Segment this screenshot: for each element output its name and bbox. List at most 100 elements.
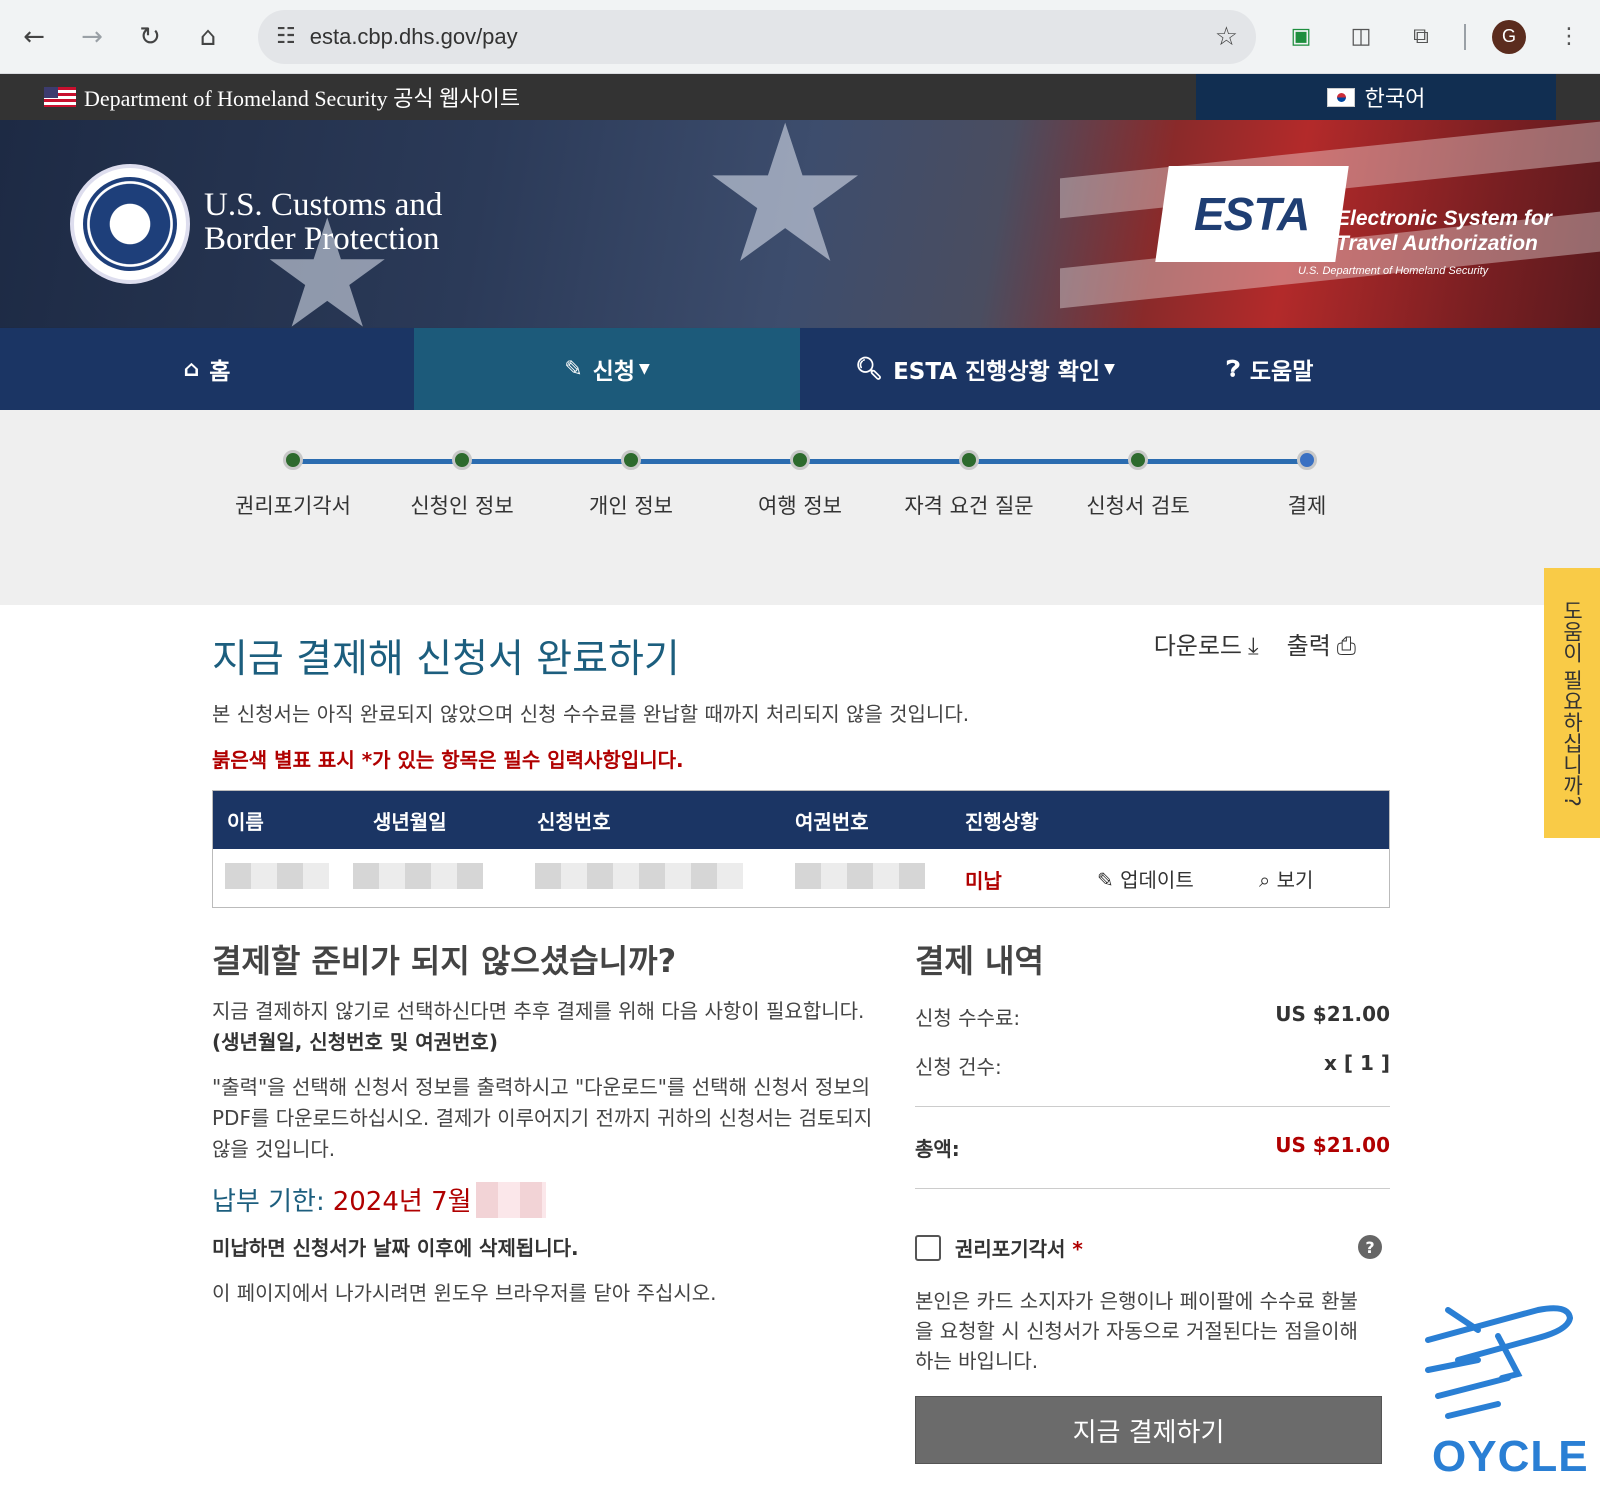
step-label: 개인 정보 — [589, 494, 673, 518]
table-row: 미납 ✎ 업데이트 ⌕ 보기 — [213, 849, 1389, 907]
caret-down-icon: ▼ — [1104, 361, 1115, 377]
step-dot-complete — [959, 450, 979, 470]
not-ready-title: 결제할 준비가 되지 않으셨습니까? — [212, 942, 677, 980]
esta-subtitle-line1: Electronic System for — [1336, 207, 1552, 230]
step-dot-complete — [283, 450, 303, 470]
help-side-tab-label: 도움이 필요하십니까? — [1560, 599, 1584, 807]
update-link[interactable]: ✎ 업데이트 — [1097, 864, 1194, 893]
bookmark-star-icon[interactable]: ☆ — [1215, 22, 1238, 52]
deadline-value: 2024년 7월 — [332, 1187, 472, 1217]
nav-home[interactable]: ⌂ 홈 — [0, 328, 414, 410]
forward-icon[interactable]: → — [72, 17, 112, 57]
not-ready-text-main: 지금 결제하지 않기로 선택하신다면 추후 결제를 위해 다음 사항이 필요합니… — [212, 999, 865, 1023]
korea-flag-icon — [1326, 87, 1355, 107]
redacted-deadline-day — [475, 1181, 546, 1218]
waiver-text: 본인은 카드 소지자가 은행이나 페이팔에 수수료 환불을 요청할 시 신청서가… — [915, 1289, 1358, 1373]
reload-icon[interactable]: ↻ — [130, 17, 170, 57]
divider — [915, 1188, 1390, 1189]
waiver-row: 권리포기각서 * ? — [915, 1233, 1390, 1262]
update-label: 업데이트 — [1120, 868, 1194, 892]
watermark-text: OYCLE — [1432, 1432, 1589, 1481]
language-selector[interactable]: 한국어 — [1196, 74, 1556, 120]
required-asterisk: * — [1072, 1237, 1083, 1261]
waiver-checkbox[interactable] — [915, 1234, 941, 1261]
site-header: ★ ★ U.S. Customs and Border Protection E… — [0, 120, 1600, 328]
download-label: 다운로드 — [1153, 632, 1243, 660]
step-label: 신청서 검토 — [1086, 494, 1190, 518]
print-label: 출력 — [1286, 632, 1331, 660]
step-label: 결제 — [1287, 494, 1327, 518]
browser-toolbar: ← → ↻ ⌂ ☷ esta.cbp.dhs.gov/pay ☆ ▣ ◫ ⧉ G… — [0, 0, 1600, 74]
pay-now-button[interactable]: 지금 결제하기 — [915, 1396, 1382, 1464]
esta-logo-text: ESTA — [1194, 188, 1310, 240]
esta-subtitle-line2: Travel Authorization — [1336, 232, 1538, 255]
pencil-icon: ✎ — [1097, 868, 1114, 892]
total-value: US $21.00 — [1275, 1133, 1390, 1157]
count-value: x [ 1 ] — [1324, 1051, 1390, 1075]
extension-cast-icon[interactable]: ▣ — [1284, 20, 1318, 54]
esta-dept-text: U.S. Department of Homeland Security — [1298, 265, 1489, 277]
redacted-application-number — [535, 863, 743, 889]
progress-steps: 권리포기각서 신청인 정보 개인 정보 여행 정보 자격 요건 질문 신청서 검… — [0, 410, 1600, 605]
search-icon: 🔍︎ — [855, 356, 884, 382]
language-label[interactable]: 한국어 — [1365, 81, 1426, 113]
url-text[interactable]: esta.cbp.dhs.gov/pay — [310, 24, 1215, 50]
step-dot-complete — [621, 450, 641, 470]
agency-title[interactable]: U.S. Customs and Border Protection — [204, 188, 442, 256]
nav-help[interactable]: ❓︎ 도움말 — [1170, 328, 1370, 410]
caret-down-icon: ▼ — [638, 361, 650, 377]
not-ready-text-bold: (생년월일, 신청번호 및 여권번호) — [212, 1030, 498, 1054]
agency-title-line2: Border Protection — [204, 221, 440, 257]
view-link[interactable]: ⌕ 보기 — [1259, 864, 1313, 893]
required-note: 붉은색 별표 표시 *가 있는 항목은 필수 입력사항입니다. — [212, 748, 684, 772]
payment-deadline: 납부 기한: 2024년 7월 — [212, 1181, 884, 1218]
pencil-icon: ✎ — [564, 356, 583, 382]
address-bar[interactable]: ☷ esta.cbp.dhs.gov/pay ☆ — [258, 9, 1256, 64]
col-status: 진행상황 — [965, 809, 1039, 834]
step-dot-complete — [790, 450, 810, 470]
nav-apply-label: 신청 — [592, 359, 635, 385]
question-circle-icon: ❓︎ — [1226, 356, 1240, 382]
profile-avatar[interactable]: G — [1492, 19, 1526, 54]
download-link[interactable]: 다운로드 ⤓ — [1154, 626, 1259, 661]
dhs-seal-logo[interactable] — [70, 164, 190, 284]
esta-logo[interactable]: ESTA — [1155, 166, 1349, 262]
nav-apply[interactable]: ✎ 신청 ▼ — [414, 328, 800, 410]
waiver-label-text: 권리포기각서 — [955, 1237, 1066, 1261]
nav-home-label: 홈 — [209, 359, 231, 385]
toolbar-divider — [1464, 23, 1466, 50]
download-icon: ⤓ — [1248, 632, 1259, 660]
site-info-icon[interactable]: ☷ — [276, 24, 296, 49]
step-label: 신청인 정보 — [410, 494, 514, 518]
extensions-puzzle-icon[interactable]: ⧉ — [1404, 20, 1438, 54]
count-line: 신청 건수: x [ 1 ] — [915, 1051, 1390, 1080]
menu-kebab-icon[interactable]: ⋮ — [1552, 20, 1586, 54]
home-browser-icon[interactable]: ⌂ — [188, 17, 228, 57]
help-question-icon[interactable]: ? — [1358, 1235, 1382, 1259]
table-header: 이름 생년월일 신청번호 여권번호 진행상황 — [213, 791, 1389, 849]
help-side-tab[interactable]: 도움이 필요하십니까? — [1544, 568, 1600, 838]
flag-star-decoration: ★ — [700, 120, 871, 305]
total-line: 총액: US $21.00 — [915, 1133, 1390, 1162]
extension-screen-icon[interactable]: ◫ — [1344, 20, 1378, 54]
fee-value: US $21.00 — [1275, 1002, 1390, 1026]
step-dot-complete — [452, 450, 472, 470]
home-icon: ⌂ — [183, 356, 200, 382]
col-name: 이름 — [227, 809, 264, 834]
back-icon[interactable]: ← — [14, 17, 54, 57]
step-label: 여행 정보 — [758, 494, 842, 518]
count-label: 신청 건수: — [915, 1055, 1002, 1079]
nav-status[interactable]: 🔍︎ ESTA 진행상황 확인 ▼ — [800, 328, 1170, 410]
gov-banner-text: Department of Homeland Security 공식 웹사이트 — [84, 86, 521, 111]
main-nav: ⌂ 홈 ✎ 신청 ▼ 🔍︎ ESTA 진행상황 확인 ▼ ❓︎ 도움말 — [0, 328, 1600, 410]
total-label: 총액: — [915, 1137, 960, 1161]
view-label: 보기 — [1276, 868, 1314, 892]
step-label: 권리포기각서 — [235, 494, 351, 518]
redacted-passport-number — [795, 863, 925, 889]
redacted-birthdate — [353, 863, 483, 889]
redacted-name — [225, 863, 329, 889]
waiver-label[interactable]: 권리포기각서 * — [955, 1233, 1083, 1262]
print-link[interactable]: 출력 ⎙ — [1287, 626, 1356, 661]
payment-summary: 결제 내역 신청 수수료: US $21.00 신청 건수: x [ 1 ] 총… — [915, 936, 1390, 1464]
nav-status-label: ESTA 진행상황 확인 — [893, 359, 1101, 385]
